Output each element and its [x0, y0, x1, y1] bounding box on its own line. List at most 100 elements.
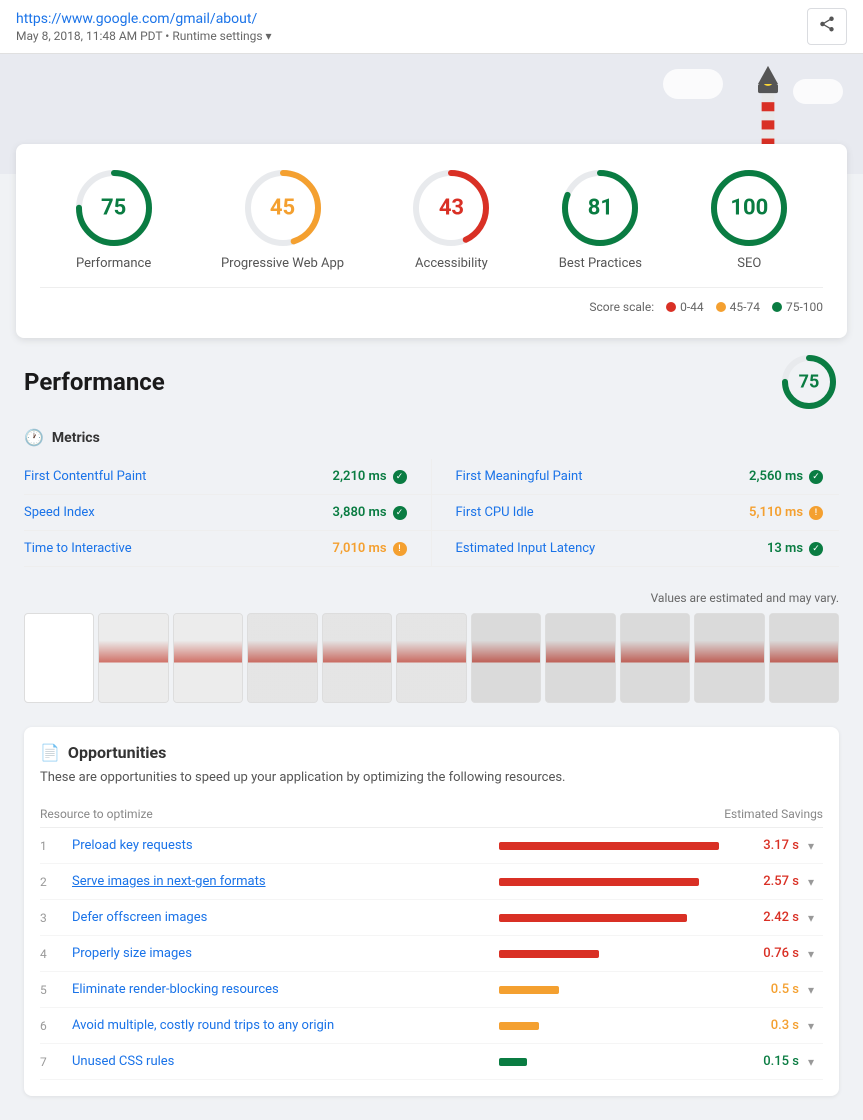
metric-value: 7,010 ms !	[333, 541, 407, 556]
opp-savings: 2.42 s	[739, 910, 799, 925]
score-item-pwa[interactable]: 45 Progressive Web App	[221, 168, 344, 271]
opp-name[interactable]: Serve images in next-gen formats	[72, 874, 499, 889]
metric-val-text: 5,110 ms	[749, 505, 803, 520]
score-circle-best-practices: 81	[560, 168, 640, 248]
opp-expand-chevron[interactable]: ▾	[799, 1019, 823, 1033]
score-item-seo[interactable]: 100 SEO	[709, 168, 789, 271]
opportunities-description: These are opportunities to speed up your…	[40, 770, 823, 785]
metric-row: First CPU Idle 5,110 ms !	[432, 495, 840, 531]
opp-name[interactable]: Unused CSS rules	[72, 1054, 499, 1069]
metric-row: Estimated Input Latency 13 ms ✓	[432, 531, 840, 567]
opp-bar-container	[499, 914, 739, 922]
scale-range-green: 75-100	[786, 300, 823, 314]
score-scale: Score scale: 0-44 45-74 75-100	[40, 287, 823, 314]
opp-name[interactable]: Properly size images	[72, 946, 499, 961]
opp-num: 4	[40, 947, 72, 961]
opp-expand-chevron[interactable]: ▾	[799, 983, 823, 997]
score-value-accessibility: 43	[439, 196, 464, 221]
cloud-decoration-1	[663, 69, 723, 99]
performance-score-circle: 75	[779, 352, 839, 412]
metrics-label: Metrics	[52, 430, 100, 446]
metric-name[interactable]: Estimated Input Latency	[456, 541, 596, 556]
metric-row: Time to Interactive 7,010 ms !	[24, 531, 432, 567]
opportunity-row: 4 Properly size images 0.76 s ▾	[40, 936, 823, 972]
metric-indicator: ✓	[809, 542, 823, 556]
filmstrip-frame	[247, 613, 317, 703]
main-content: Performance 75 🕐 Metrics First Contentfu…	[0, 352, 863, 1120]
metric-val-text: 2,560 ms	[749, 469, 803, 484]
filmstrip-frame	[173, 613, 243, 703]
opportunity-row: 5 Eliminate render-blocking resources 0.…	[40, 972, 823, 1008]
opp-bar-container	[499, 1022, 739, 1030]
metric-name[interactable]: Speed Index	[24, 505, 95, 520]
metric-name[interactable]: First CPU Idle	[456, 505, 534, 520]
opportunities-icon: 📄	[40, 743, 60, 762]
metric-val-text: 2,210 ms	[333, 469, 387, 484]
opportunity-row: 3 Defer offscreen images 2.42 s ▾	[40, 900, 823, 936]
filmstrip-frame	[620, 613, 690, 703]
opp-expand-chevron[interactable]: ▾	[799, 1055, 823, 1069]
performance-section-title: Performance 75	[24, 352, 839, 412]
opp-expand-chevron[interactable]: ▾	[799, 839, 823, 853]
metric-name[interactable]: First Contentful Paint	[24, 469, 146, 484]
score-circle-accessibility: 43	[411, 168, 491, 248]
score-label-accessibility: Accessibility	[415, 256, 488, 271]
score-item-best-practices[interactable]: 81 Best Practices	[559, 168, 642, 271]
metric-value: 5,110 ms !	[749, 505, 823, 520]
score-item-performance[interactable]: 75 Performance	[74, 168, 154, 271]
opp-expand-chevron[interactable]: ▾	[799, 875, 823, 889]
scale-dot-red	[666, 302, 676, 312]
metric-row: First Meaningful Paint 2,560 ms ✓	[432, 459, 840, 495]
opportunity-row: 7 Unused CSS rules 0.15 s ▾	[40, 1044, 823, 1080]
opp-expand-chevron[interactable]: ▾	[799, 947, 823, 961]
score-label-seo: SEO	[737, 256, 761, 271]
metric-row: First Contentful Paint 2,210 ms ✓	[24, 459, 432, 495]
clock-icon: 🕐	[24, 428, 44, 447]
score-value-performance: 75	[101, 196, 126, 221]
filmstrip-frame	[694, 613, 764, 703]
opp-expand-chevron[interactable]: ▾	[799, 911, 823, 925]
filmstrip-frame	[24, 613, 94, 703]
filmstrip-frame	[471, 613, 541, 703]
opportunities-table-header: Resource to optimize Estimated Savings	[40, 801, 823, 828]
opportunity-row: 1 Preload key requests 3.17 s ▾	[40, 828, 823, 864]
performance-title-text: Performance	[24, 368, 165, 396]
score-label-performance: Performance	[76, 256, 151, 271]
metric-indicator: !	[393, 542, 407, 556]
metric-value: 2,560 ms ✓	[749, 469, 823, 484]
opp-num: 5	[40, 983, 72, 997]
opp-name[interactable]: Avoid multiple, costly round trips to an…	[72, 1018, 499, 1033]
opp-name[interactable]: Eliminate render-blocking resources	[72, 982, 499, 997]
opp-bar	[499, 986, 559, 994]
metric-val-text: 13 ms	[767, 541, 803, 556]
opp-bar	[499, 914, 687, 922]
opp-name[interactable]: Preload key requests	[72, 838, 499, 853]
opp-savings: 0.76 s	[739, 946, 799, 961]
scale-range-red: 0-44	[680, 300, 704, 314]
opportunities-header: 📄 Opportunities	[40, 743, 823, 762]
opp-savings: 0.15 s	[739, 1054, 799, 1069]
opp-bar	[499, 1058, 527, 1066]
opp-savings: 0.5 s	[739, 982, 799, 997]
opp-name[interactable]: Defer offscreen images	[72, 910, 499, 925]
page-url[interactable]: https://www.google.com/gmail/about/	[16, 11, 257, 27]
opp-bar-container	[499, 950, 739, 958]
filmstrip-frame	[98, 613, 168, 703]
score-item-accessibility[interactable]: 43 Accessibility	[411, 168, 491, 271]
share-button[interactable]	[807, 8, 847, 45]
score-circle-pwa: 45	[243, 168, 323, 248]
opp-bar	[499, 950, 599, 958]
metric-name[interactable]: First Meaningful Paint	[456, 469, 583, 484]
metric-row: Speed Index 3,880 ms ✓	[24, 495, 432, 531]
opportunities-list: 1 Preload key requests 3.17 s ▾ 2 Serve …	[40, 828, 823, 1080]
opp-bar	[499, 842, 719, 850]
metric-name[interactable]: Time to Interactive	[24, 541, 132, 556]
scale-dot-orange	[716, 302, 726, 312]
score-label-pwa: Progressive Web App	[221, 256, 344, 271]
metrics-grid: First Contentful Paint 2,210 ms ✓ First …	[24, 459, 839, 567]
metric-indicator: !	[809, 506, 823, 520]
opportunity-row: 2 Serve images in next-gen formats 2.57 …	[40, 864, 823, 900]
filmstrip-frame	[545, 613, 615, 703]
opp-num: 1	[40, 839, 72, 853]
metric-indicator: ✓	[393, 470, 407, 484]
